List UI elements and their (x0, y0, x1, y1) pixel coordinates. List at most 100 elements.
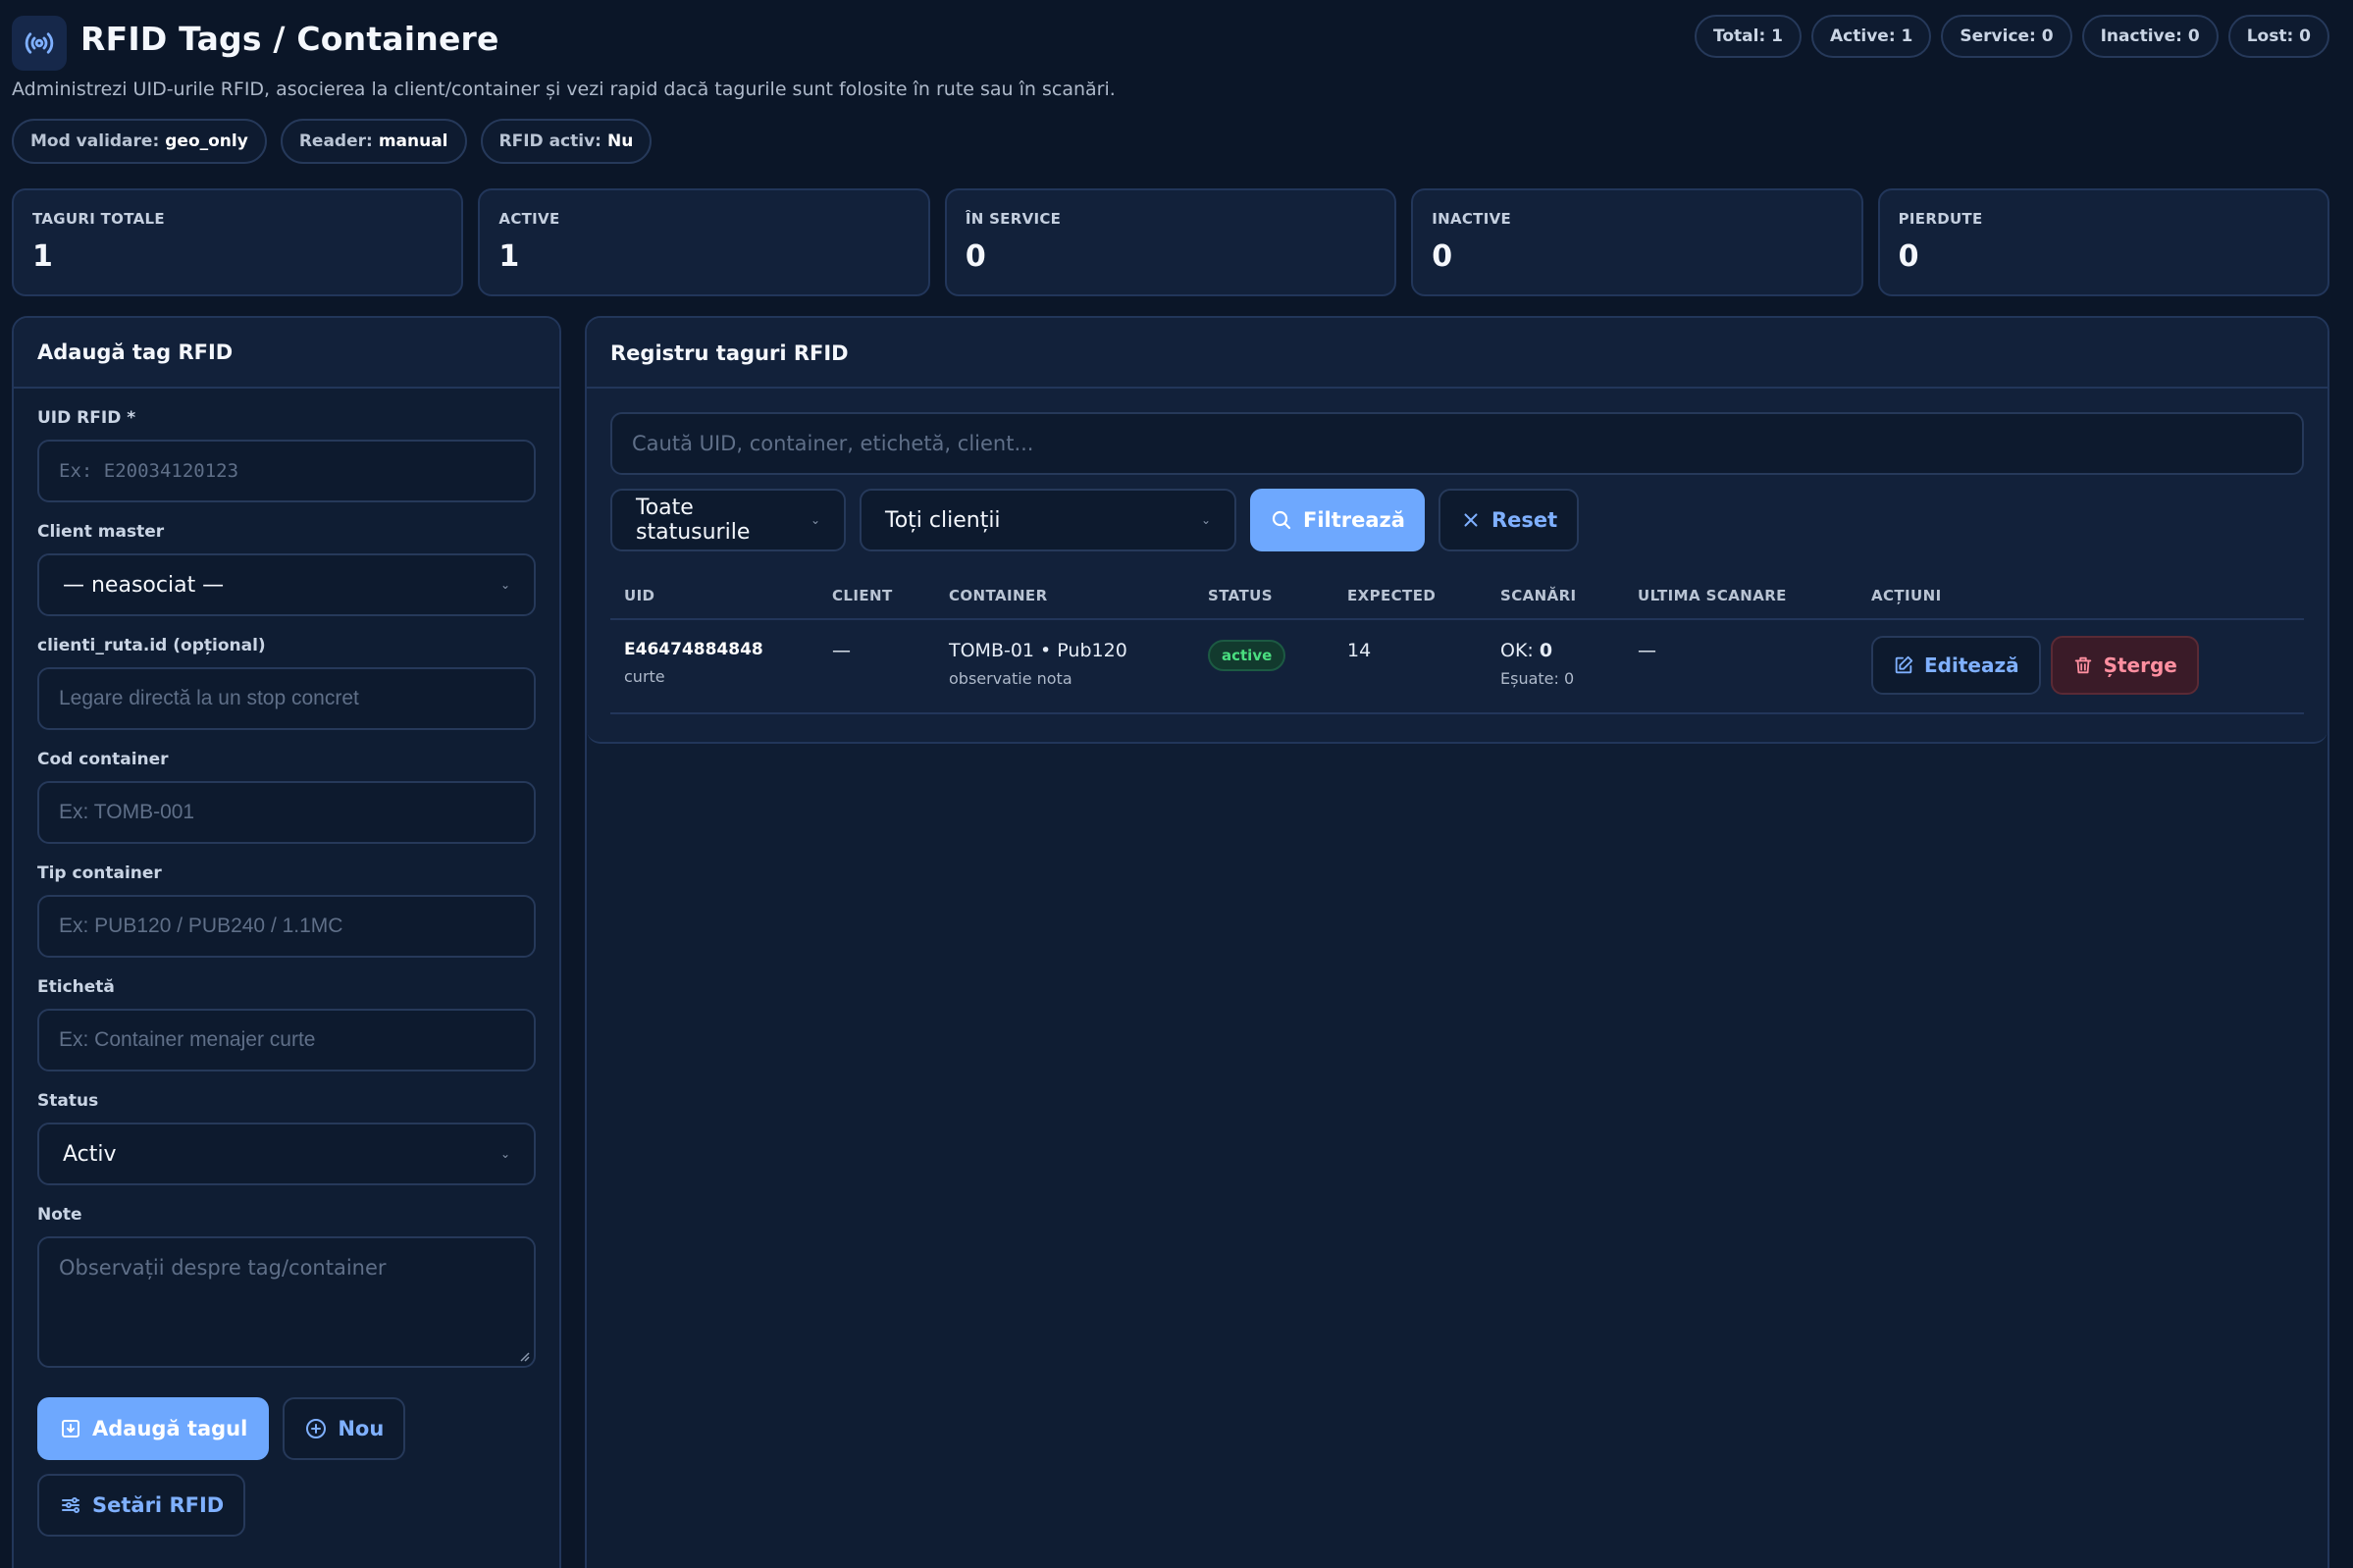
cell-scanari: OK: 0 Eșuate: 0 (1487, 640, 1624, 688)
note-field: Note Observații despre tag/container (37, 1205, 536, 1368)
mode-label: Reader: (298, 131, 373, 151)
mode-pills: Mod validare: geo_only Reader: manual RFID… (12, 119, 653, 164)
stat-card-inactive: INACTIVE 0 (1411, 188, 1863, 296)
tip-container-label: Tip container (37, 863, 162, 883)
page-title: RFID Tags / Containere (80, 20, 499, 58)
cell-expected: 14 (1347, 640, 1372, 661)
column-scanari: SCANĂRI (1500, 587, 1577, 604)
column-status: STATUS (1208, 587, 1273, 604)
stat-label: INACTIVE (1432, 210, 1512, 228)
search-input[interactable]: Caută UID, container, etichetă, client..… (610, 412, 2304, 475)
chevron-down-icon: ⌄ (1200, 513, 1211, 527)
stat-label: TAGURI TOTALE (32, 210, 165, 228)
scan-ok-label: OK: (1500, 640, 1534, 661)
cod-container-label: Cod container (37, 750, 169, 769)
trash-icon (2074, 656, 2091, 674)
client-select-value: — neasociat — (63, 572, 225, 598)
note-label: Note (37, 1205, 82, 1225)
note-placeholder: Observații despre tag/container (59, 1256, 387, 1280)
resize-grip-icon[interactable] (518, 1350, 530, 1362)
stat-card-active: ACTIVE 1 (478, 188, 930, 296)
delete-label: Șterge (2103, 653, 2177, 677)
column-container: CONTAINER (949, 587, 1048, 604)
status-filter-value: Toate statusurile (636, 496, 751, 545)
page-subtitle: Administrezi UID-urile RFID, asocierea l… (12, 78, 1116, 100)
mode-value: geo_only (165, 131, 248, 151)
cell-container: TOMB-01 • Pub120 observatie nota (935, 640, 1194, 688)
registry-content: Caută UID, container, etichetă, client..… (587, 387, 2327, 744)
delete-button[interactable]: Șterge (2050, 636, 2199, 695)
settings-row: Setări RFID (37, 1474, 536, 1537)
status-select[interactable]: Activ ⌄ (37, 1123, 536, 1185)
scan-fail: Eșuate: 0 (1500, 669, 1575, 688)
tip-container-field: Tip container Ex: PUB120 / PUB240 / 1.1M… (37, 863, 536, 958)
rfid-settings-button[interactable]: Setări RFID (37, 1474, 246, 1537)
uid-sub: curte (624, 667, 665, 686)
edit-label: Editează (1924, 653, 2019, 677)
cell-actions: Editează Șterge (1857, 636, 2199, 695)
new-label: Nou (338, 1417, 385, 1440)
edit-button[interactable]: Editează (1871, 636, 2041, 695)
scan-ok: OK: 0 (1500, 640, 1624, 661)
add-tag-panel: Adaugă tag RFID UID RFID * Ex: E20034120… (12, 316, 561, 1568)
new-button[interactable]: Nou (283, 1397, 406, 1460)
reset-button[interactable]: Reset (1438, 489, 1580, 551)
row-actions: Editează Șterge (1871, 636, 2199, 695)
column-client: CLIENT (832, 587, 893, 604)
cell-last-scan: — (1638, 640, 1656, 661)
broadcast-icon (12, 16, 67, 71)
uid-value: E46474884848 (624, 640, 763, 659)
status-filter-select[interactable]: Toate statusurile ⌄ (610, 489, 846, 551)
close-icon (1464, 513, 1478, 527)
cod-container-input[interactable]: Ex: TOMB-001 (37, 781, 536, 844)
counter-lost: Lost: 0 (2227, 15, 2329, 58)
status-label: Status (37, 1091, 99, 1111)
note-textarea[interactable]: Observații despre tag/container (37, 1236, 536, 1368)
client-filter-select[interactable]: Toți clienții ⌄ (860, 489, 1236, 551)
counter-active: Active: 1 (1811, 15, 1932, 58)
rfid-settings-label: Setări RFID (92, 1493, 225, 1517)
add-tag-button[interactable]: Adaugă tagul (37, 1397, 270, 1460)
mode-validare-pill: Mod validare: geo_only (12, 119, 267, 164)
tip-container-placeholder: Ex: PUB120 / PUB240 / 1.1MC (59, 915, 343, 937)
container-value: TOMB-01 • Pub120 (949, 640, 1127, 661)
client-select[interactable]: — neasociat — ⌄ (37, 553, 536, 616)
reader-pill: Reader: manual (280, 119, 467, 164)
chevron-down-icon: ⌄ (499, 1147, 510, 1161)
tip-container-input[interactable]: Ex: PUB120 / PUB240 / 1.1MC (37, 895, 536, 958)
stat-cards: TAGURI TOTALE 1 ACTIVE 1 ÎN SERVICE 0 IN… (12, 188, 2330, 296)
chevron-down-icon: ⌄ (499, 578, 510, 592)
page: RFID Tags / Containere Total: 1 Active: … (12, 0, 2330, 1568)
registry-panel: Registru taguri RFID Caută UID, containe… (585, 316, 2329, 1568)
stat-card-lost: PIERDUTE 0 (1877, 188, 2330, 296)
eticheta-placeholder: Ex: Container menajer curte (59, 1028, 316, 1051)
counter-service: Service: 0 (1941, 15, 2072, 58)
stat-label: ACTIVE (498, 210, 560, 228)
filter-button[interactable]: Filtrează (1250, 489, 1425, 551)
edit-icon (1895, 655, 1913, 674)
filter-row: Toate statusurile ⌄ Toți clienții ⌄ Filt… (610, 489, 1580, 551)
download-box-icon (62, 1420, 79, 1437)
client-filter-value: Toți clienții (885, 507, 1001, 533)
uid-input[interactable]: Ex: E20034120123 (37, 440, 536, 502)
scan-ok-value: 0 (1539, 640, 1553, 661)
add-tag-label: Adaugă tagul (92, 1417, 248, 1440)
rfid-table: UID CLIENT CONTAINER STATUS EXPECTED SCA… (610, 573, 2304, 714)
column-last-scan: ULTIMA SCANARE (1638, 587, 1787, 604)
status-field: Status Activ ⌄ (37, 1091, 536, 1185)
eticheta-input[interactable]: Ex: Container menajer curte (37, 1009, 536, 1071)
stat-value: 0 (1898, 239, 1919, 274)
column-uid: UID (624, 587, 655, 604)
reset-label: Reset (1490, 508, 1558, 532)
stat-label: PIERDUTE (1898, 210, 1983, 228)
summary-counters: Total: 1 Active: 1 Service: 0 Inactive: … (1695, 15, 2329, 58)
cell-uid: E46474884848 curte (610, 640, 818, 686)
sliders-icon (62, 1497, 79, 1513)
rfid-active-pill: RFID activ: Nu (480, 119, 653, 164)
uid-label: UID RFID * (37, 408, 136, 428)
stat-value: 0 (965, 239, 986, 274)
mode-label: Mod validare: (30, 131, 160, 151)
eticheta-field: Etichetă Ex: Container menajer curte (37, 977, 536, 1071)
ruta-label: clienti_ruta.id (opțional) (37, 636, 266, 655)
ruta-input[interactable]: Legare directă la un stop concret (37, 667, 536, 730)
